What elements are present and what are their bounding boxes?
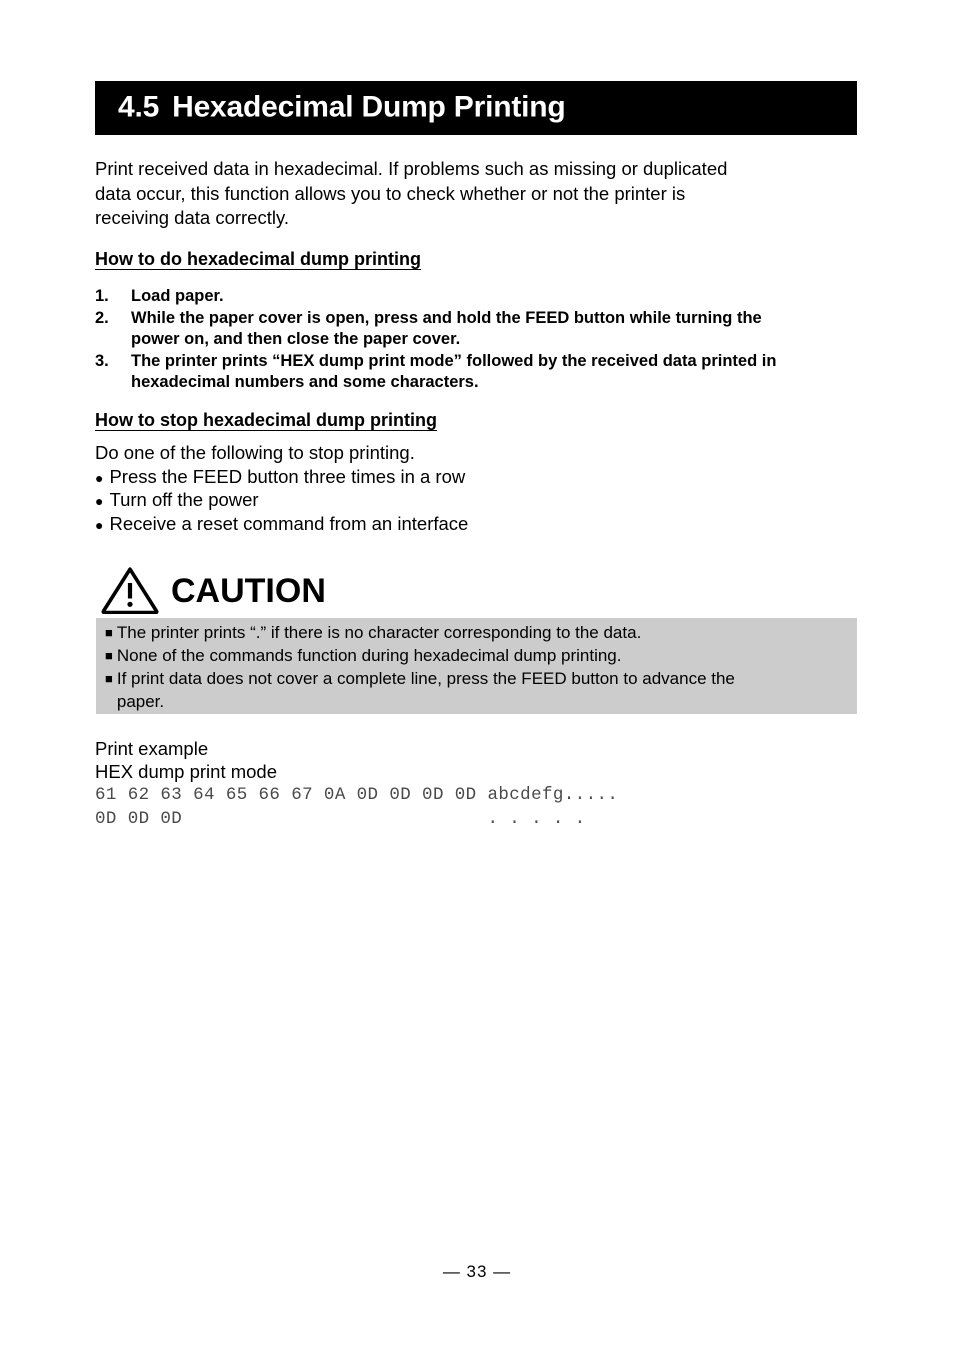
square-bullet-icon: ■ <box>105 648 113 663</box>
caution-item-line: If print data does not cover a complete … <box>116 669 735 688</box>
caution-item-line: None of the commands function during hex… <box>116 646 622 665</box>
list-item-line: power on, and then close the paper cover… <box>131 330 461 348</box>
bullet-item: ● Turn off the power <box>95 489 857 513</box>
bullet-item: ● Press the FEED button three times in a… <box>95 466 857 490</box>
procedure-list: 1. Load paper. 2. While the paper cover … <box>95 286 857 394</box>
caution-title: CAUTION <box>171 572 326 610</box>
document-page: 4.5 Hexadecimal Dump Printing Print recei… <box>0 0 954 1352</box>
intro-paragraph: Print received data in hexadecimal. If p… <box>95 157 857 231</box>
section-number: 4.5 <box>118 90 160 124</box>
list-item: 1. Load paper. <box>95 286 857 308</box>
round-bullet-icon: ● <box>95 493 104 509</box>
subheading-how-to-do: How to do hexadecimal dump printing <box>95 249 422 269</box>
warning-triangle-icon <box>101 567 159 614</box>
square-bullet-icon: ■ <box>105 625 113 640</box>
list-item-body: While the paper cover is open, press and… <box>131 308 857 351</box>
page-footer: — 33 — <box>442 1262 512 1281</box>
list-item: 3. The printer prints “HEX dump print mo… <box>95 351 857 394</box>
caution-item: ■ None of the commands function during h… <box>105 644 851 667</box>
hex-dump-line-1: 61 62 63 64 65 66 67 0A 0D 0D 0D 0D abcd… <box>95 785 619 805</box>
list-item-marker: 1. <box>95 287 109 305</box>
bullet-item-label: Press the FEED button three times in a r… <box>109 465 466 487</box>
intro-line-2: data occur, this function allows you to … <box>95 182 686 204</box>
caution-item-text: If print data does not cover a complete … <box>117 667 851 713</box>
section-header-text: 4.5 Hexadecimal Dump Printing <box>118 90 566 124</box>
square-bullet-icon: ■ <box>105 671 113 686</box>
list-item-marker: 2. <box>95 308 109 327</box>
list-item-body: Load paper. <box>131 286 857 308</box>
caution-item: ■ If print data does not cover a complet… <box>105 667 851 713</box>
caution-list: ■ The printer prints “.” if there is no … <box>105 621 851 713</box>
bullet-item-label: Turn off the power <box>109 489 259 510</box>
section-header-bar: 4.5 Hexadecimal Dump Printing <box>95 81 857 135</box>
caution-item-line: paper. <box>116 692 165 711</box>
list-item: 2. While the paper cover is open, press … <box>95 308 857 351</box>
print-example-block: Print example HEX dump print mode 61 62 … <box>95 737 857 831</box>
caution-heading: CAUTION <box>101 566 326 614</box>
list-item-marker: 3. <box>95 351 109 370</box>
list-item-line: While the paper cover is open, press and… <box>131 308 762 327</box>
section-title: Hexadecimal Dump Printing <box>172 90 566 124</box>
bullet-item: ● Receive a reset command from an interf… <box>95 513 857 537</box>
caution-item-line: The printer prints “.” if there is no ch… <box>116 623 642 642</box>
caution-box: ■ The printer prints “.” if there is no … <box>96 618 857 714</box>
hex-dump-line-2: 0D 0D 0D . . . . . <box>95 809 586 829</box>
stop-instructions: Do one of the following to stop printing… <box>95 442 857 536</box>
caution-item-text: None of the commands function during hex… <box>117 644 851 667</box>
subheading-how-to-stop: How to stop hexadecimal dump printing <box>95 410 438 430</box>
round-bullet-icon: ● <box>95 516 104 533</box>
print-example-label: Print example <box>95 738 209 759</box>
list-item-line: Load paper. <box>131 287 224 305</box>
intro-line-3: receiving data correctly. <box>95 207 289 228</box>
bullet-item-label: Receive a reset command from an interfac… <box>109 512 469 534</box>
round-bullet-icon: ● <box>95 469 104 486</box>
list-item-body: The printer prints “HEX dump print mode”… <box>131 351 857 394</box>
caution-item-text: The printer prints “.” if there is no ch… <box>117 621 851 644</box>
list-item-line: hexadecimal numbers and some characters. <box>131 373 479 391</box>
intro-line-1: Print received data in hexadecimal. If p… <box>95 158 728 179</box>
list-item-line: The printer prints “HEX dump print mode”… <box>131 351 777 370</box>
stop-lead-text: Do one of the following to stop printing… <box>95 442 415 463</box>
print-example-mode-line: HEX dump print mode <box>95 761 278 782</box>
caution-item: ■ The printer prints “.” if there is no … <box>105 621 851 644</box>
